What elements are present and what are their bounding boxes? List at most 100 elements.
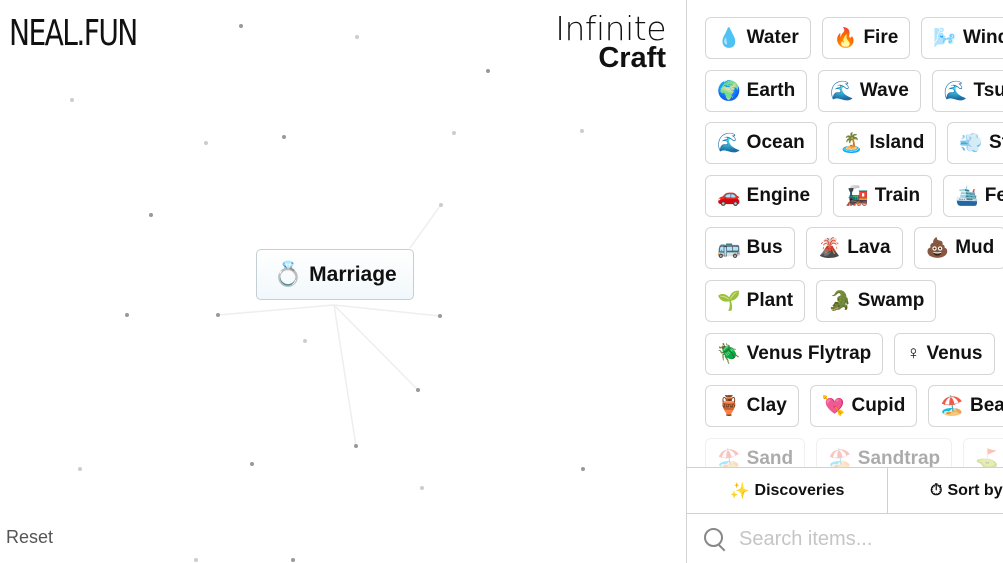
item-chip-label: Cupid <box>851 395 906 417</box>
item-chip-clay[interactable]: 🏺 Clay <box>705 385 799 428</box>
droplet-icon: 💧 <box>717 28 741 49</box>
items-row: 🌍Earth🌊Wave🌊Tsunami <box>705 69 1003 112</box>
ship-icon: 🛳️ <box>955 185 979 207</box>
locomotive-icon: 🚂 <box>845 185 869 207</box>
item-chip-fire[interactable]: 🔥 Fire <box>821 17 911 59</box>
item-chip-ocean[interactable]: 🌊 Ocean <box>705 122 817 165</box>
wave-icon: 🌊 <box>717 133 741 155</box>
items-row: 🚌 Bus 🌋 Lava 💩 Mud <box>705 227 1003 270</box>
fire-icon: 🔥 <box>833 28 858 49</box>
wave-icon: 🌊 <box>943 80 968 102</box>
search-input[interactable] <box>737 526 981 552</box>
particle-dot <box>204 141 208 145</box>
particle-dot <box>581 467 585 471</box>
items-row: 🏺Clay💘Cupid🏖️Beach <box>705 385 1003 428</box>
globe-icon: 🌍 <box>717 80 741 102</box>
car-icon: 🚗 <box>717 185 741 207</box>
item-chip-label: Swamp <box>857 289 925 311</box>
items-row: 🚗Engine🚂Train🛳️Ferry <box>705 174 1003 217</box>
item-chip-wind[interactable]: 🌬️Wind <box>921 17 1003 59</box>
particle-dot <box>149 213 153 217</box>
item-chip-label: Ocean <box>746 132 805 154</box>
item-chip-train[interactable]: 🚂 Train <box>833 174 933 217</box>
particle-dot <box>452 131 456 135</box>
particle-dot <box>580 129 584 133</box>
canvas-item-marriage[interactable]: 💍 Marriage <box>256 249 414 300</box>
stopwatch-icon: ⏱ <box>930 481 943 499</box>
item-chip-label: Venus Flytrap <box>746 342 872 364</box>
item-chip-venus-flytrap[interactable]: 🪲 Venus Flytrap <box>705 332 884 375</box>
item-chip-label: Clay <box>746 395 787 417</box>
particle-dot <box>354 444 358 448</box>
seedling-icon: 🌱 <box>717 290 741 312</box>
item-chip-tsunami[interactable]: 🌊Tsunami <box>931 69 1003 112</box>
connection-line <box>333 304 357 447</box>
item-chip-label: Venus <box>926 342 983 364</box>
item-chip-label: Wave <box>859 79 909 101</box>
particle-dot <box>239 24 243 28</box>
item-chip-label: Bus <box>746 237 783 259</box>
volcano-icon: 🌋 <box>817 238 842 260</box>
item-chip-ferry[interactable]: 🛳️ Ferry <box>943 174 1003 217</box>
item-chip-earth[interactable]: 🌍 Earth <box>705 69 808 112</box>
discoveries-tab[interactable]: ✨ Discoveries <box>687 468 888 513</box>
particle-dot <box>416 388 420 392</box>
particle-dot <box>216 313 220 317</box>
amphora-icon: 🏺 <box>717 396 741 418</box>
poop-icon: 💩 <box>925 238 950 260</box>
discoveries-label: Discoveries <box>754 481 845 499</box>
items-list[interactable]: 💧Water🔥Fire🌬️Wind🌍Earth🌊Wave🌊Tsunami🌊Oce… <box>705 17 1003 490</box>
item-chip-label: Beach <box>969 395 1003 417</box>
item-chip-label: Engine <box>746 184 811 206</box>
reset-button[interactable]: Reset <box>6 527 53 548</box>
sidebar-footer: ✨ Discoveries ⏱ Sort by time <box>687 467 1003 563</box>
item-chip-plant[interactable]: 🌱 Plant <box>705 279 806 322</box>
item-chip-lava[interactable]: 🌋 Lava <box>805 227 903 270</box>
sparkles-icon: ✨ <box>729 482 750 500</box>
wave-icon: 🌊 <box>830 80 854 102</box>
item-chip-label: Plant <box>746 289 794 311</box>
crafting-canvas[interactable]: NEAL.FUN Infinite Craft 💍 Marriage Reset <box>0 0 686 563</box>
connection-line <box>217 304 335 316</box>
item-chip-wave[interactable]: 🌊 Wave <box>818 69 921 112</box>
item-chip-bus[interactable]: 🚌 Bus <box>705 227 795 270</box>
item-chip-label: Water <box>746 27 799 48</box>
item-chip-water[interactable]: 💧 Water <box>705 17 811 59</box>
item-chip-swamp[interactable]: 🐊 Swamp <box>816 279 937 322</box>
particle-dot <box>282 135 286 139</box>
item-chip-venus[interactable]: ♀ Venus <box>894 332 995 375</box>
beetle-icon: 🪲 <box>717 343 741 365</box>
female-sign-icon: ♀ <box>906 342 921 364</box>
particle-dot <box>303 339 307 343</box>
game-title: Infinite Craft <box>555 10 666 74</box>
particle-dot <box>439 203 443 207</box>
items-row: 🌊Ocean🏝️Island💨Steam <box>705 122 1003 165</box>
item-chip-label: Earth <box>746 79 796 101</box>
search-icon <box>703 527 727 551</box>
item-chip-mud[interactable]: 💩 Mud <box>913 227 1003 270</box>
sidebar-tabs: ✨ Discoveries ⏱ Sort by time <box>687 468 1003 514</box>
item-chip-island[interactable]: 🏝️ Island <box>827 122 937 165</box>
sort-by-button[interactable]: ⏱ Sort by time <box>888 468 1003 513</box>
particle-dot <box>250 462 254 466</box>
item-chip-cupid[interactable]: 💘 Cupid <box>809 385 918 428</box>
island-icon: 🏝️ <box>839 133 864 155</box>
item-chip-steam[interactable]: 💨 Steam <box>947 122 1003 165</box>
connection-line <box>333 304 419 391</box>
crocodile-icon: 🐊 <box>828 290 852 312</box>
neal-fun-logo[interactable]: NEAL.FUN <box>9 13 138 54</box>
bus-icon: 🚌 <box>717 238 741 260</box>
sort-label: Sort by time <box>947 481 1003 499</box>
item-chip-label: Train <box>874 184 921 206</box>
search-bar <box>687 514 1003 563</box>
items-sidebar: 💧Water🔥Fire🌬️Wind🌍Earth🌊Wave🌊Tsunami🌊Oce… <box>686 0 1003 563</box>
item-chip-label: Ferry <box>984 184 1003 206</box>
particle-dot <box>70 98 74 102</box>
particle-dot <box>438 314 442 318</box>
title-craft: Craft <box>598 42 666 74</box>
heart-arrow-icon: 💘 <box>821 396 846 418</box>
canvas-item-label: Marriage <box>309 262 397 286</box>
item-chip-beach[interactable]: 🏖️Beach <box>928 385 1003 428</box>
items-row: 💧Water🔥Fire🌬️Wind <box>705 17 1003 59</box>
item-chip-engine[interactable]: 🚗 Engine <box>705 174 823 217</box>
